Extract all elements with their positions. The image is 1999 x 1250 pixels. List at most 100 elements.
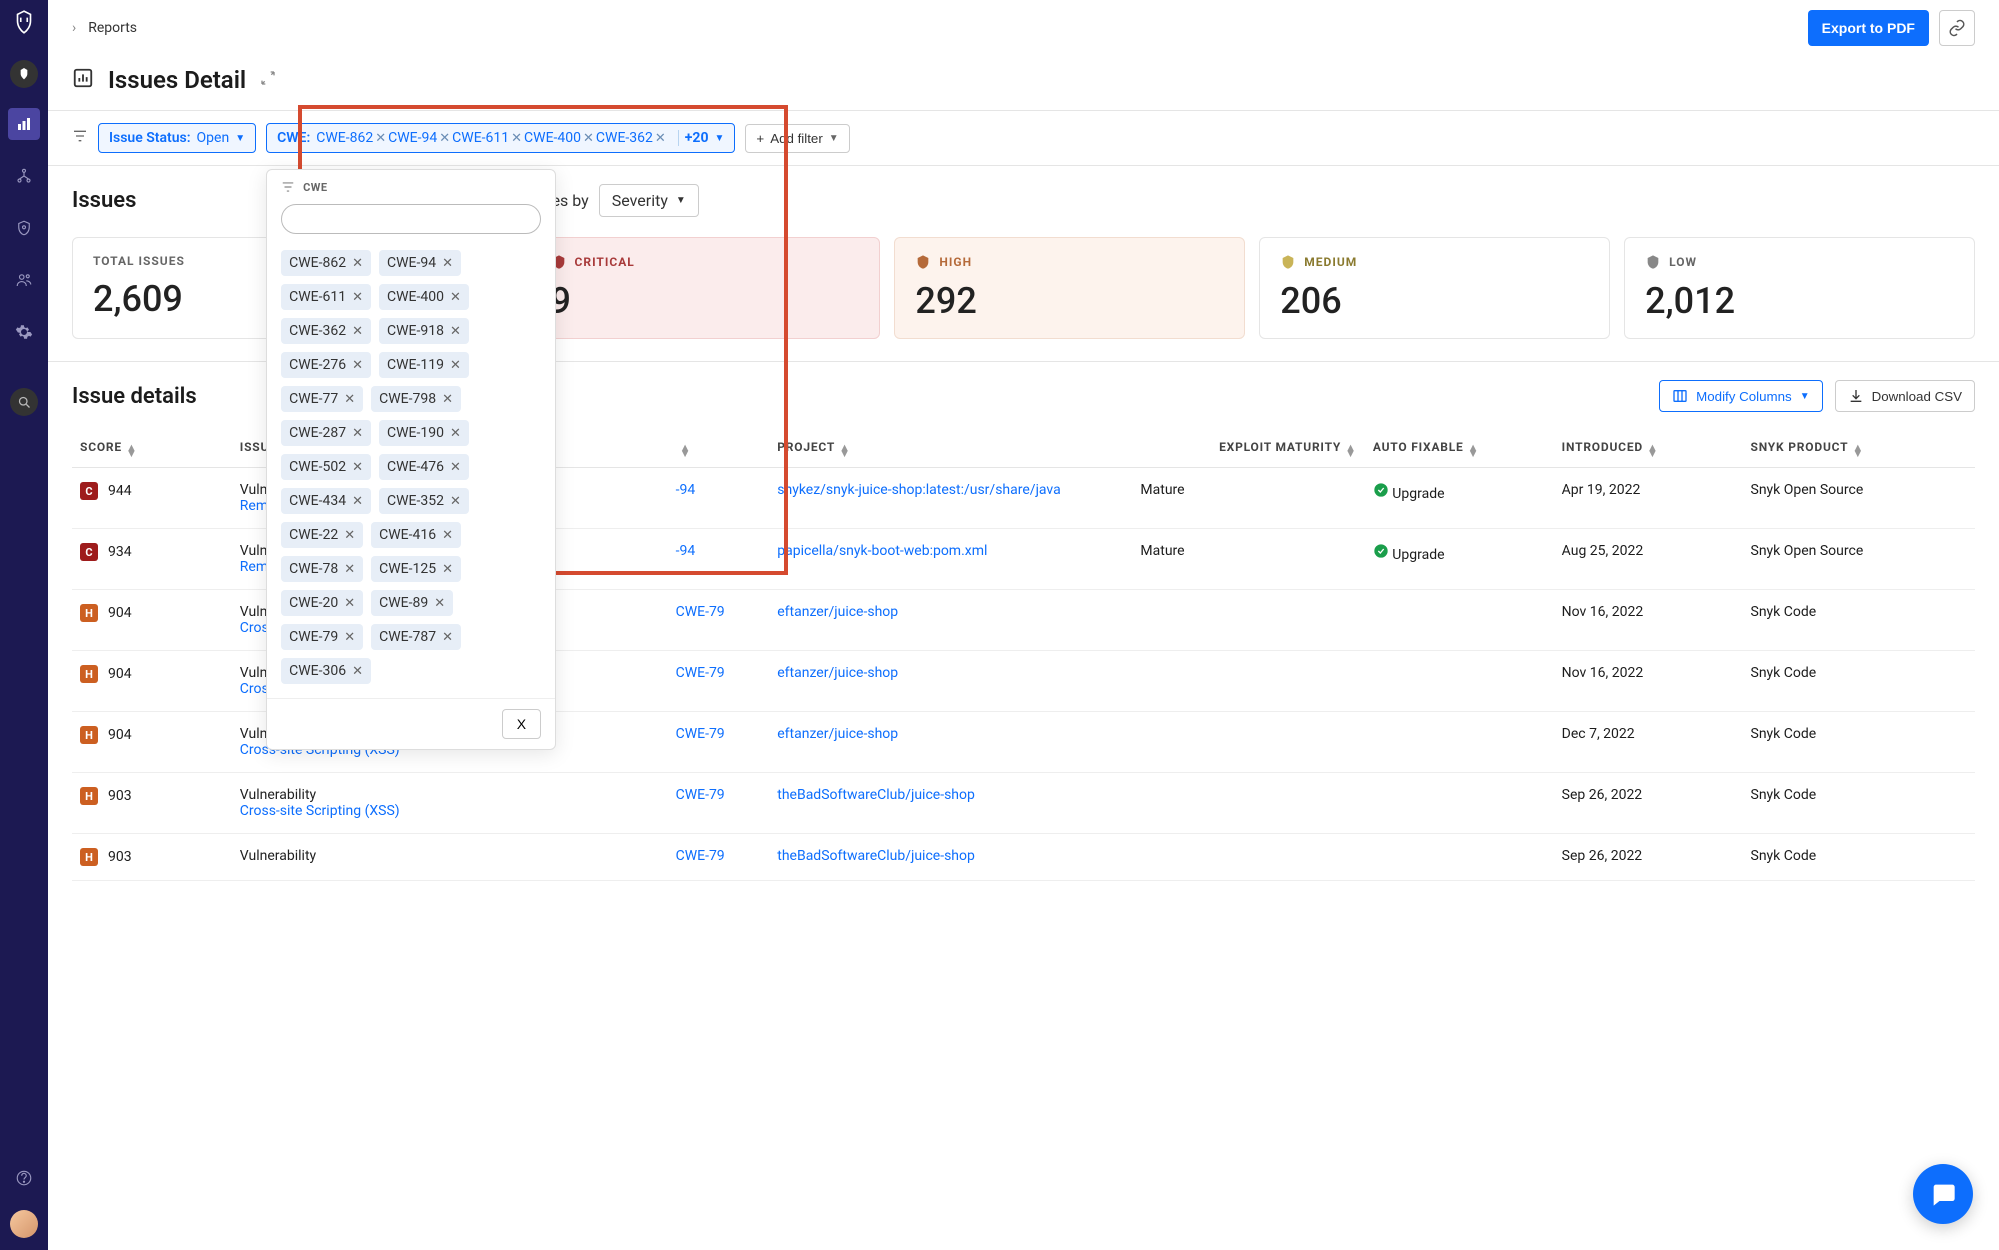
cwe-tag[interactable]: CWE-416✕ bbox=[371, 522, 461, 548]
remove-icon[interactable]: ✕ bbox=[434, 596, 445, 611]
cwe-tag[interactable]: CWE-798✕ bbox=[371, 386, 461, 412]
cwe-tag[interactable]: CWE-400✕ bbox=[379, 284, 469, 310]
modify-columns-button[interactable]: Modify Columns ▼ bbox=[1659, 380, 1822, 412]
sidebar-help-icon[interactable] bbox=[8, 1162, 40, 1194]
export-pdf-button[interactable]: Export to PDF bbox=[1808, 10, 1929, 46]
remove-icon[interactable]: ✕ bbox=[344, 596, 355, 611]
sidebar-tree-icon[interactable] bbox=[8, 160, 40, 192]
add-filter-button[interactable]: + Add filter ▼ bbox=[745, 124, 849, 153]
sidebar-users-icon[interactable] bbox=[8, 264, 40, 296]
cwe-tag[interactable]: CWE-77✕ bbox=[281, 386, 363, 412]
expand-icon[interactable] bbox=[260, 70, 276, 90]
filter-issue-status[interactable]: Issue Status: Open ▼ bbox=[98, 123, 256, 153]
project-link[interactable]: theBadSoftwareClub/juice-shop bbox=[777, 848, 975, 864]
project-link[interactable]: eftanzer/juice-shop bbox=[777, 665, 898, 681]
cwe-link[interactable]: CWE-79 bbox=[676, 787, 725, 803]
chat-fab[interactable] bbox=[1913, 1164, 1973, 1224]
remove-icon[interactable]: ✕ bbox=[352, 256, 363, 271]
cwe-tag[interactable]: CWE-611✕ bbox=[281, 284, 371, 310]
sort-icon[interactable]: ▲▼ bbox=[1468, 445, 1480, 457]
cwe-tag[interactable]: CWE-22✕ bbox=[281, 522, 363, 548]
sidebar-avatar[interactable] bbox=[10, 1210, 38, 1238]
cwe-tag[interactable]: CWE-434✕ bbox=[281, 488, 371, 514]
cwe-tag[interactable]: CWE-502✕ bbox=[281, 454, 371, 480]
remove-icon[interactable]: ✕ bbox=[352, 494, 363, 509]
table-row[interactable]: H903VulnerabilityCross-site Scripting (X… bbox=[72, 773, 1975, 834]
sort-icon[interactable]: ▲▼ bbox=[1852, 445, 1864, 457]
breadcrumb-reports[interactable]: Reports bbox=[88, 20, 137, 36]
cwe-tag[interactable]: CWE-89✕ bbox=[371, 590, 453, 616]
sidebar-reports-icon[interactable] bbox=[8, 108, 40, 140]
cwe-tag[interactable]: CWE-362✕ bbox=[281, 318, 371, 344]
remove-icon[interactable]: ✕ bbox=[442, 630, 453, 645]
sort-icon[interactable]: ▲▼ bbox=[1647, 445, 1659, 457]
snyk-logo[interactable] bbox=[10, 8, 38, 36]
remove-icon[interactable]: ✕ bbox=[511, 131, 522, 146]
cwe-link[interactable]: -94 bbox=[676, 482, 696, 498]
table-row[interactable]: H903VulnerabilityCWE-79theBadSoftwareClu… bbox=[72, 834, 1975, 881]
cwe-tag[interactable]: CWE-306✕ bbox=[281, 658, 371, 684]
sidebar-settings-icon[interactable] bbox=[8, 316, 40, 348]
remove-icon[interactable]: ✕ bbox=[655, 131, 666, 146]
download-csv-button[interactable]: Download CSV bbox=[1835, 380, 1975, 412]
remove-icon[interactable]: ✕ bbox=[450, 358, 461, 373]
cwe-tag[interactable]: CWE-918✕ bbox=[379, 318, 469, 344]
cwe-tag[interactable]: CWE-787✕ bbox=[371, 624, 461, 650]
remove-icon[interactable]: ✕ bbox=[352, 358, 363, 373]
col-score[interactable]: SCORE bbox=[80, 440, 122, 454]
cwe-tag[interactable]: CWE-352✕ bbox=[379, 488, 469, 514]
remove-icon[interactable]: ✕ bbox=[344, 630, 355, 645]
remove-icon[interactable]: ✕ bbox=[450, 290, 461, 305]
remove-icon[interactable]: ✕ bbox=[439, 131, 450, 146]
remove-icon[interactable]: ✕ bbox=[442, 256, 453, 271]
project-link[interactable]: theBadSoftwareClub/juice-shop bbox=[777, 787, 975, 803]
col-project[interactable]: PROJECT bbox=[777, 440, 835, 454]
sidebar-org-icon[interactable] bbox=[10, 60, 38, 88]
remove-icon[interactable]: ✕ bbox=[450, 324, 461, 339]
cwe-tag[interactable]: CWE-476✕ bbox=[379, 454, 469, 480]
cwe-tag[interactable]: CWE-276✕ bbox=[281, 352, 371, 378]
project-link[interactable]: eftanzer/juice-shop bbox=[777, 604, 898, 620]
sidebar-search-icon[interactable] bbox=[10, 388, 38, 416]
cwe-tag[interactable]: CWE-79✕ bbox=[281, 624, 363, 650]
remove-icon[interactable]: ✕ bbox=[344, 392, 355, 407]
project-link[interactable]: snykez/snyk-juice-shop:latest:/usr/share… bbox=[777, 482, 1060, 498]
sort-icon[interactable]: ▲▼ bbox=[1345, 445, 1357, 457]
remove-icon[interactable]: ✕ bbox=[344, 562, 355, 577]
sort-icon[interactable]: ▲▼ bbox=[126, 445, 138, 457]
remove-icon[interactable]: ✕ bbox=[450, 426, 461, 441]
col-exploit[interactable]: EXPLOIT MATURITY bbox=[1219, 440, 1341, 454]
cwe-tag[interactable]: CWE-862✕ bbox=[281, 250, 371, 276]
cwe-tag[interactable]: CWE-125✕ bbox=[371, 556, 461, 582]
cwe-link[interactable]: CWE-79 bbox=[676, 665, 725, 681]
issue-link[interactable]: Cross-site Scripting (XSS) bbox=[240, 803, 400, 819]
cwe-tag[interactable]: CWE-78✕ bbox=[281, 556, 363, 582]
link-button[interactable] bbox=[1939, 10, 1975, 46]
cwe-tag[interactable]: CWE-20✕ bbox=[281, 590, 363, 616]
cwe-link[interactable]: -94 bbox=[676, 543, 696, 559]
cwe-link[interactable]: CWE-79 bbox=[676, 848, 725, 864]
remove-icon[interactable]: ✕ bbox=[375, 131, 386, 146]
remove-icon[interactable]: ✕ bbox=[352, 324, 363, 339]
remove-icon[interactable]: ✕ bbox=[450, 494, 461, 509]
filter-cwe[interactable]: CWE: CWE-862✕CWE-94✕CWE-611✕CWE-400✕CWE-… bbox=[266, 123, 735, 153]
sort-icon[interactable]: ▲▼ bbox=[680, 445, 692, 457]
remove-icon[interactable]: ✕ bbox=[442, 562, 453, 577]
cwe-tag[interactable]: CWE-94✕ bbox=[379, 250, 461, 276]
remove-icon[interactable]: ✕ bbox=[344, 528, 355, 543]
cwe-tag[interactable]: CWE-190✕ bbox=[379, 420, 469, 446]
remove-icon[interactable]: ✕ bbox=[583, 131, 594, 146]
remove-icon[interactable]: ✕ bbox=[352, 426, 363, 441]
col-introduced[interactable]: INTRODUCED bbox=[1562, 440, 1643, 454]
remove-icon[interactable]: ✕ bbox=[442, 528, 453, 543]
remove-icon[interactable]: ✕ bbox=[352, 460, 363, 475]
cwe-search-input[interactable] bbox=[281, 204, 541, 234]
cwe-tag[interactable]: CWE-287✕ bbox=[281, 420, 371, 446]
col-autofix[interactable]: AUTO FIXABLE bbox=[1373, 440, 1464, 454]
project-link[interactable]: eftanzer/juice-shop bbox=[777, 726, 898, 742]
remove-icon[interactable]: ✕ bbox=[352, 290, 363, 305]
sort-icon[interactable]: ▲▼ bbox=[839, 445, 851, 457]
remove-icon[interactable]: ✕ bbox=[450, 460, 461, 475]
cwe-close-button[interactable]: X bbox=[502, 709, 541, 739]
remove-icon[interactable]: ✕ bbox=[352, 664, 363, 679]
